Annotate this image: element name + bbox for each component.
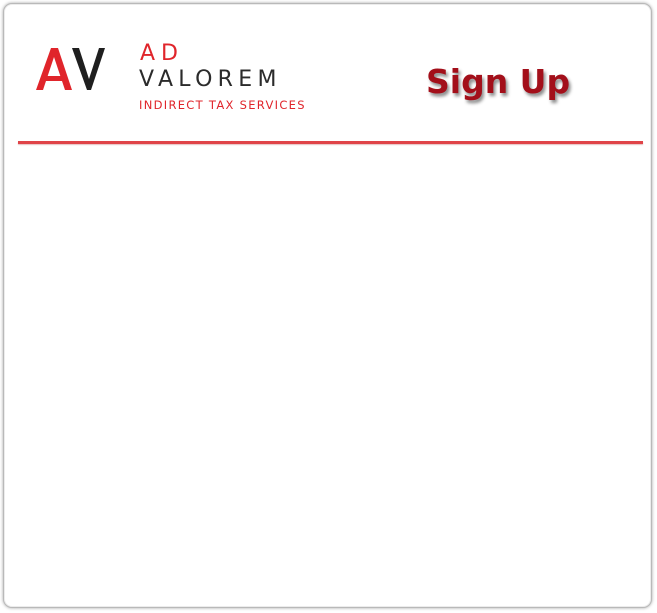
header-divider	[18, 141, 643, 144]
brand-name-line1: AD	[140, 41, 184, 66]
brand-tagline: INDIRECT TAX SERVICES	[139, 98, 306, 112]
brand-name-line2: VALOREM	[139, 67, 282, 92]
form-area	[18, 149, 643, 604]
company-logo: AD VALOREM INDIRECT TAX SERVICES	[34, 42, 324, 122]
av-logo-mark	[36, 48, 105, 90]
signup-window: AD VALOREM INDIRECT TAX SERVICES Sign Up	[3, 3, 652, 608]
page-title: Sign Up	[426, 62, 571, 101]
